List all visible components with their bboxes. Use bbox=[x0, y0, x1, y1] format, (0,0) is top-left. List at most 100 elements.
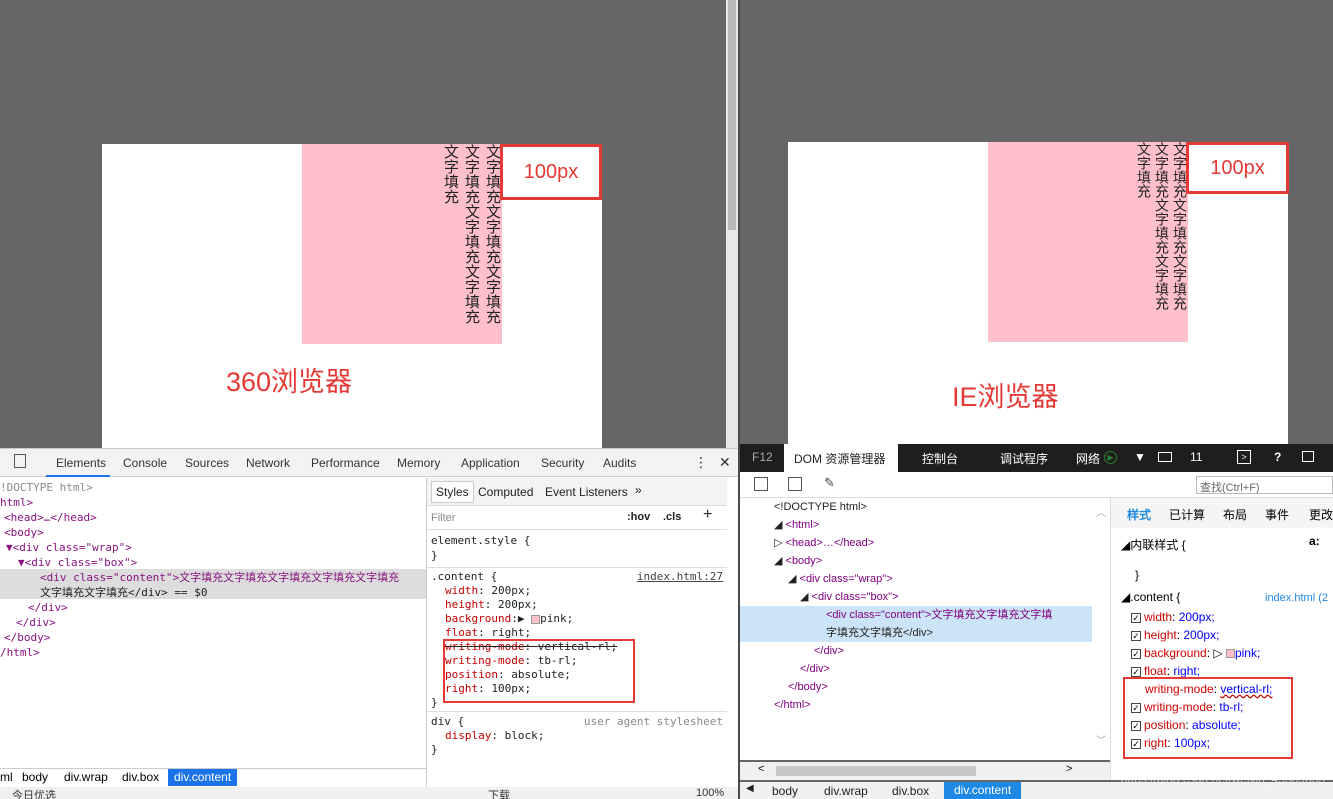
select-element-icon[interactable] bbox=[754, 477, 768, 491]
breadcrumb-wrap[interactable]: div.wrap bbox=[64, 770, 108, 784]
rule-source-link[interactable]: index.html:27 bbox=[637, 570, 723, 584]
tab-network[interactable]: 网络 bbox=[1076, 450, 1100, 467]
px-annotation-box: 100px bbox=[1186, 142, 1289, 194]
help-icon[interactable]: ? bbox=[1274, 450, 1281, 464]
dom-line[interactable]: <div class="content">文字填充文字填充文字填充文字填充文字填… bbox=[40, 570, 399, 585]
tab-console[interactable]: 控制台 bbox=[922, 450, 958, 467]
emulation-icon[interactable] bbox=[1158, 452, 1172, 462]
dom-line[interactable]: </div> bbox=[800, 660, 830, 678]
dom-line[interactable]: </div> bbox=[814, 642, 844, 660]
tab-computed[interactable]: Computed bbox=[478, 485, 533, 499]
dom-line[interactable]: ▼<div class="wrap"> bbox=[6, 540, 132, 555]
breadcrumb-body[interactable]: body bbox=[22, 770, 48, 784]
dom-line[interactable]: ◢ <div class="wrap"> bbox=[788, 570, 893, 588]
highlight-element-icon[interactable] bbox=[788, 477, 802, 491]
element-style-selector: element.style { bbox=[431, 534, 531, 547]
play-icon[interactable]: ▶ bbox=[1104, 451, 1117, 464]
dom-line[interactable]: ◢ <body> bbox=[774, 552, 822, 570]
breadcrumb-content[interactable]: div.content bbox=[168, 769, 238, 786]
content-rule-header: ◢.content { bbox=[1121, 590, 1181, 604]
emulation-count[interactable]: 11 bbox=[1190, 450, 1202, 464]
status-promo[interactable]: 今日优选 bbox=[12, 787, 56, 799]
dom-line[interactable]: html> bbox=[0, 495, 33, 510]
tab-application[interactable]: Application bbox=[461, 456, 520, 470]
tab-debugger[interactable]: 调试程序 bbox=[1000, 450, 1048, 467]
css-prop-background[interactable]: background:▶ pink; bbox=[445, 612, 723, 626]
tab-styles[interactable]: 样式 bbox=[1127, 506, 1151, 523]
zoom-level[interactable]: 100% bbox=[696, 787, 724, 799]
dom-vertical-scrollbar[interactable]: ︿ ﹀ bbox=[1092, 500, 1110, 752]
dom-line[interactable]: </div> bbox=[28, 600, 68, 615]
css-prop-width[interactable]: ✓ width: 200px; bbox=[1131, 608, 1272, 626]
vertical-text-col-2: 文字填充文字填充文字填充 bbox=[1153, 142, 1169, 310]
css-prop-float[interactable]: float: right; bbox=[445, 626, 723, 640]
color-swatch[interactable] bbox=[531, 614, 541, 624]
undock-icon[interactable] bbox=[1302, 451, 1314, 462]
dom-horizontal-scrollbar[interactable]: < > bbox=[740, 762, 1110, 780]
search-input[interactable]: 查找(Ctrl+F) bbox=[1196, 476, 1333, 494]
tab-console[interactable]: Console bbox=[123, 456, 167, 470]
dom-line[interactable]: ▼<div class="box"> bbox=[18, 555, 137, 570]
dom-line[interactable]: ◢ <div class="box"> bbox=[800, 588, 899, 606]
tab-security[interactable]: Security bbox=[541, 456, 584, 470]
breadcrumb-content[interactable]: div.content bbox=[944, 782, 1022, 799]
dom-line[interactable]: <div class="content">文字填充文字填充文字填 bbox=[826, 606, 1052, 624]
tab-layout[interactable]: 布局 bbox=[1223, 506, 1247, 523]
dock-side-icon[interactable] bbox=[14, 454, 26, 468]
vertical-text-col-1: 文字填充 bbox=[1135, 142, 1151, 198]
tab-events[interactable]: 事件 bbox=[1265, 506, 1289, 523]
color-picker-icon[interactable]: ✎ bbox=[824, 475, 835, 491]
breadcrumb-body[interactable]: body bbox=[772, 784, 798, 798]
console-toggle-icon[interactable]: > bbox=[1237, 450, 1251, 464]
dom-line[interactable]: </div> bbox=[16, 615, 56, 630]
tab-network[interactable]: Network bbox=[246, 456, 290, 470]
ua-rule: div { user agent stylesheet display: blo… bbox=[431, 715, 723, 757]
breadcrumb-box[interactable]: div.box bbox=[122, 770, 159, 784]
dom-line[interactable]: 文字填充文字填充</div> == $0 bbox=[40, 585, 207, 600]
tab-changes[interactable]: 更改 bbox=[1309, 506, 1333, 523]
more-menu-icon[interactable]: ⋮ bbox=[694, 454, 708, 471]
tab-styles[interactable]: Styles bbox=[431, 481, 474, 503]
breadcrumb-html[interactable]: ml bbox=[0, 770, 13, 784]
dom-line[interactable]: <body> bbox=[4, 525, 44, 540]
dom-line[interactable]: ◢ <html> bbox=[774, 516, 819, 534]
page-scrollbar[interactable] bbox=[726, 0, 738, 448]
more-tabs-icon[interactable]: » bbox=[635, 483, 642, 497]
dom-line[interactable]: <!DOCTYPE html> bbox=[774, 498, 867, 516]
css-prop-height[interactable]: height: 200px; bbox=[445, 598, 723, 612]
dom-line[interactable]: 字填充文字填充</div> bbox=[826, 624, 933, 642]
filter-icon[interactable]: ▼ bbox=[1134, 450, 1146, 464]
filter-input[interactable]: Filter bbox=[431, 512, 455, 524]
breadcrumb-box[interactable]: div.box bbox=[892, 784, 929, 798]
tab-performance[interactable]: Performance bbox=[311, 456, 380, 470]
css-prop-height[interactable]: ✓ height: 200px; bbox=[1131, 626, 1272, 644]
add-rule-button[interactable]: + bbox=[703, 506, 712, 524]
dom-line[interactable]: !DOCTYPE html> bbox=[0, 480, 93, 495]
color-swatch[interactable] bbox=[1225, 649, 1235, 659]
tab-elements[interactable]: Elements bbox=[56, 456, 106, 470]
highlight-outline bbox=[1123, 677, 1293, 759]
dom-line[interactable]: <head>…</head> bbox=[4, 510, 97, 525]
dom-line[interactable]: </html> bbox=[774, 696, 811, 714]
dom-line[interactable]: </body> bbox=[4, 630, 50, 645]
tab-memory[interactable]: Memory bbox=[397, 456, 440, 470]
download-label[interactable]: 下载 bbox=[488, 787, 510, 799]
dom-line[interactable]: </body> bbox=[788, 678, 828, 696]
close-icon[interactable]: ✕ bbox=[719, 454, 731, 471]
dom-line[interactable]: /html> bbox=[0, 645, 40, 660]
tab-sources[interactable]: Sources bbox=[185, 456, 229, 470]
tab-dom-explorer[interactable]: DOM 资源管理器 bbox=[784, 444, 898, 472]
tab-audits[interactable]: Audits bbox=[603, 456, 636, 470]
css-prop-background[interactable]: ✓ background: ▷ pink; bbox=[1131, 644, 1272, 662]
breadcrumb-wrap[interactable]: div.wrap bbox=[824, 784, 868, 798]
dom-line[interactable]: ▷ <head>…</head> bbox=[774, 534, 874, 552]
tab-event-listeners[interactable]: Event Listeners bbox=[545, 485, 628, 499]
element-style-rule: element.style { } bbox=[431, 533, 530, 563]
hov-toggle[interactable]: :hov bbox=[627, 511, 650, 523]
cls-toggle[interactable]: .cls bbox=[663, 511, 681, 523]
tab-computed[interactable]: 已计算 bbox=[1169, 506, 1205, 523]
aa-icon[interactable]: a: bbox=[1309, 534, 1320, 548]
vertical-text-col-2: 文字填充文字填充文字填充 bbox=[463, 144, 481, 324]
rule-source-link[interactable]: index.html (2 bbox=[1265, 592, 1328, 604]
css-prop-width[interactable]: width: 200px; bbox=[445, 584, 723, 598]
